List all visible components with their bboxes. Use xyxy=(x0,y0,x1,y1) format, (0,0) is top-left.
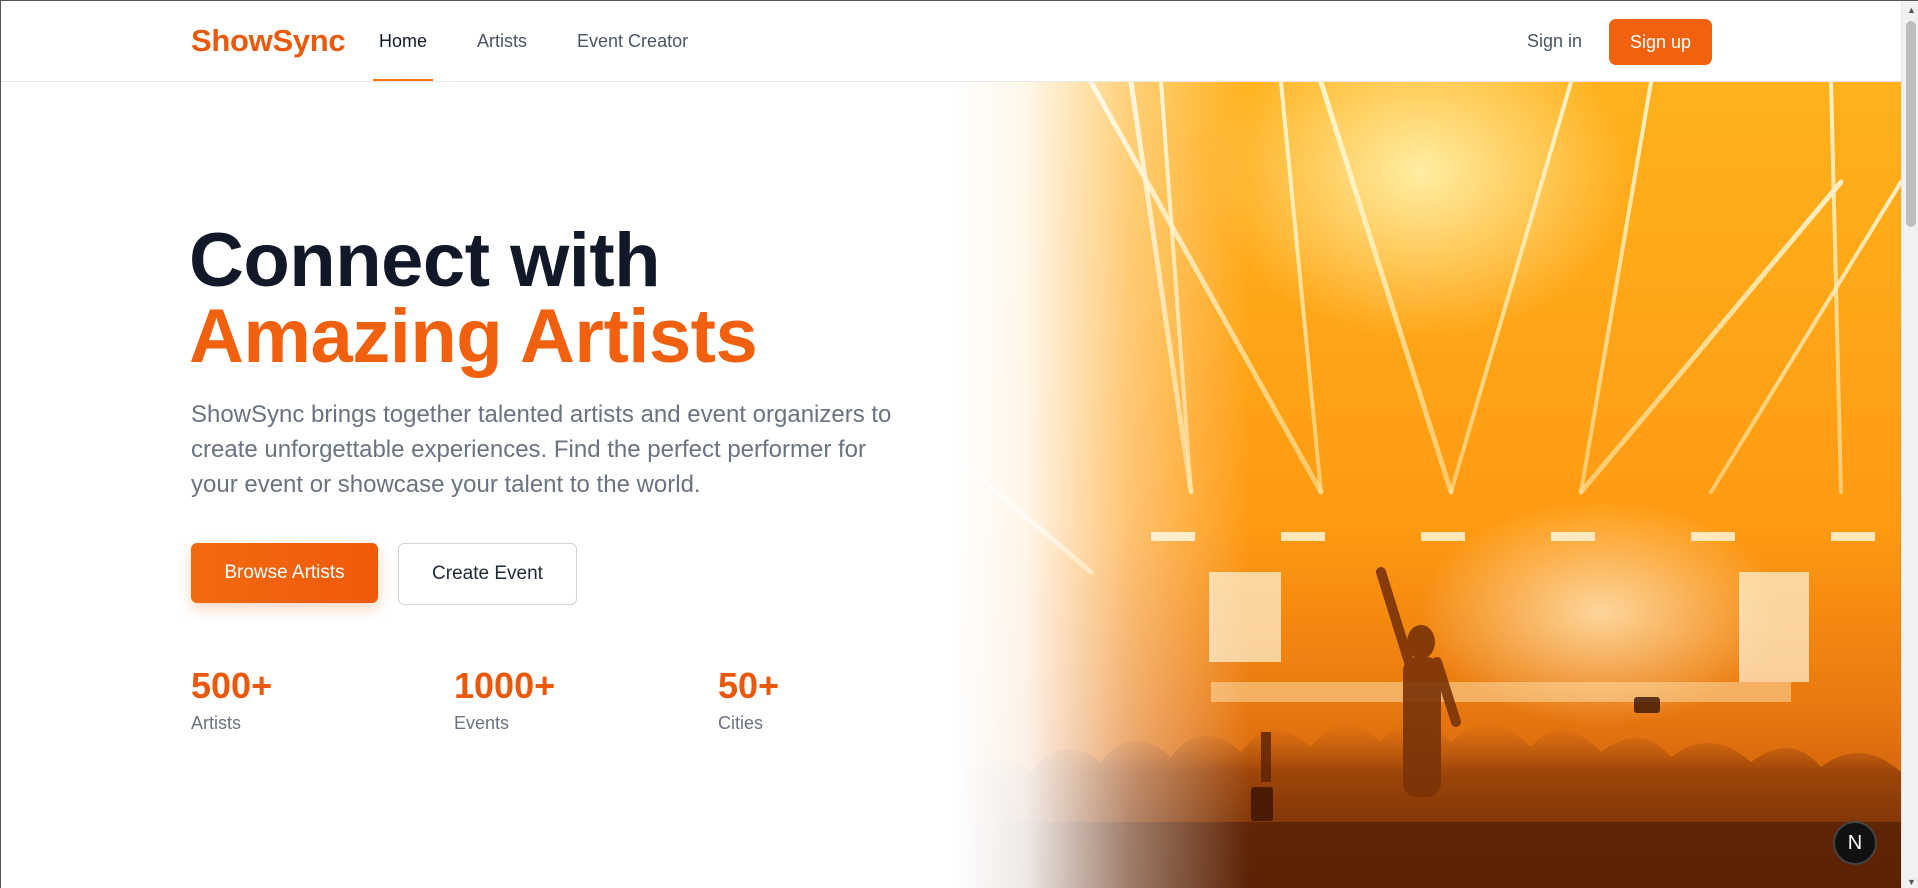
scroll-up-arrow-icon[interactable]: ▲ xyxy=(1907,5,1916,15)
sign-up-button[interactable]: Sign up xyxy=(1609,19,1712,65)
nav-link-event-creator[interactable]: Event Creator xyxy=(571,1,694,81)
hero-image-fade xyxy=(951,82,1251,888)
nav-link-home[interactable]: Home xyxy=(373,1,434,81)
stat-value: 50+ xyxy=(718,665,780,706)
stat-value: 500+ xyxy=(191,665,273,706)
hero-title-line2: Amazing Artists xyxy=(189,294,758,379)
hero-concert-image xyxy=(951,82,1901,888)
stat-label: Artists xyxy=(191,713,242,733)
top-navbar: ShowSync Home Artists Event Creator Sign… xyxy=(1,1,1901,82)
stat-cities: 50+ Cities xyxy=(718,665,779,734)
browse-artists-button[interactable]: Browse Artists xyxy=(191,543,378,603)
brand-logo[interactable]: ShowSync xyxy=(191,23,346,59)
scrollbar-thumb[interactable] xyxy=(1906,21,1916,227)
hero-title-line1: Connect with xyxy=(189,218,661,303)
nextjs-icon[interactable]: N xyxy=(1833,821,1877,865)
stat-events: 1000+ Events xyxy=(454,665,555,734)
hero-description: ShowSync brings together talented artist… xyxy=(191,401,892,498)
create-event-button[interactable]: Create Event xyxy=(398,543,577,605)
vertical-scrollbar[interactable]: ▲ ▼ xyxy=(1901,1,1918,888)
hero-title: Connect with Amazing Artists xyxy=(189,218,758,379)
stat-label: Events xyxy=(454,713,510,733)
nav-link-artists[interactable]: Artists xyxy=(471,1,533,81)
sign-in-link[interactable]: Sign in xyxy=(1527,31,1582,52)
browser-viewport: ShowSync Home Artists Event Creator Sign… xyxy=(0,0,1918,888)
scroll-down-arrow-icon[interactable]: ▼ xyxy=(1907,877,1916,887)
stat-label: Cities xyxy=(718,713,764,733)
stat-artists: 500+ Artists xyxy=(191,665,272,734)
primary-nav: Home Artists Event Creator xyxy=(373,1,732,81)
stat-value: 1000+ xyxy=(454,665,556,706)
